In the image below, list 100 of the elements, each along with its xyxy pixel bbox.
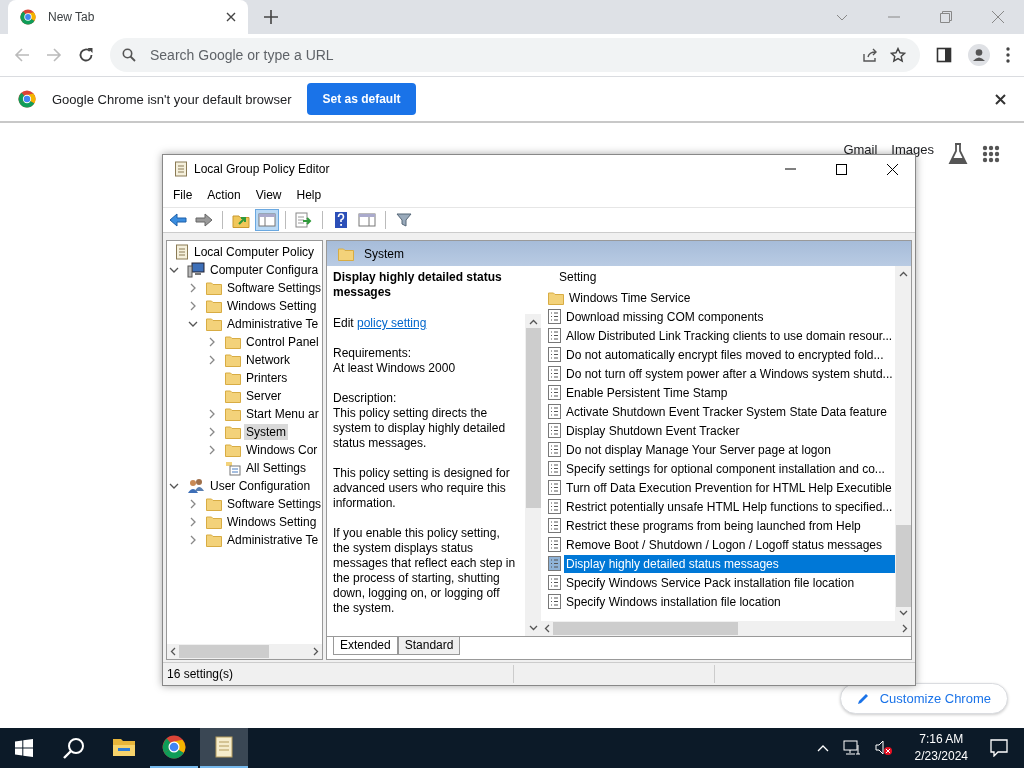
tree-item[interactable]: Windows Cor	[244, 442, 320, 458]
tree-item[interactable]: Software Settings	[225, 496, 322, 512]
tree-item[interactable]: Windows Setting	[225, 298, 319, 314]
scroll-right-icon[interactable]	[313, 647, 319, 656]
scrollbar-thumb[interactable]	[179, 645, 269, 658]
browser-tab[interactable]: New Tab	[8, 0, 248, 34]
view-tab[interactable]: Extended	[333, 637, 398, 655]
menu-item[interactable]: File	[167, 186, 199, 204]
scroll-left-icon[interactable]	[544, 624, 550, 633]
setting-item[interactable]: Download missing COM components	[564, 307, 895, 326]
menu-item[interactable]: View	[249, 186, 288, 204]
notification-icon[interactable]	[990, 739, 1008, 757]
setting-item[interactable]: Display Shutdown Event Tracker	[564, 421, 895, 440]
close-icon[interactable]	[887, 163, 898, 175]
set-default-button[interactable]: Set as default	[307, 83, 416, 115]
folder-icon	[225, 389, 241, 403]
scroll-down-icon[interactable]	[898, 610, 908, 616]
setting-item[interactable]: Do not turn off system power after a Windows system shutd...	[564, 364, 895, 383]
users-icon	[187, 478, 205, 494]
policy-icon	[548, 366, 561, 381]
share-icon[interactable]	[862, 47, 878, 63]
menu-item[interactable]: Action	[201, 186, 247, 204]
chevron-down-icon[interactable]	[169, 482, 179, 490]
folder-icon	[225, 371, 241, 385]
apps-grid-icon[interactable]	[982, 145, 1000, 163]
setting-item[interactable]: Enable Persistent Time Stamp	[564, 383, 895, 402]
start-icon[interactable]	[15, 739, 33, 757]
close-icon[interactable]	[995, 93, 1006, 105]
tree-item[interactable]: Printers	[244, 370, 290, 386]
chrome-logo-icon	[20, 9, 36, 25]
new-tab-icon[interactable]	[264, 10, 278, 24]
network-icon[interactable]	[842, 740, 861, 756]
tree-item[interactable]: Local Computer Policy	[192, 244, 317, 260]
page-link[interactable]: Images	[891, 141, 934, 157]
scrollbar-thumb[interactable]	[553, 622, 738, 635]
chevron-down-icon[interactable]	[169, 266, 179, 274]
tree-item[interactable]: Network	[244, 352, 292, 368]
setting-item[interactable]: Windows Time Service	[567, 288, 895, 307]
address-bar[interactable]: Search Google or type a URL	[110, 38, 920, 72]
tree-item[interactable]: Server	[244, 388, 284, 404]
setting-item[interactable]: Do not automatically encrypt files moved to encrypted fold...	[564, 345, 895, 364]
taskbar-app[interactable]	[200, 728, 248, 768]
more-icon[interactable]	[1006, 47, 1010, 63]
tree-item[interactable]: Control Panel	[244, 334, 321, 350]
setting-item[interactable]: Restrict potentially unsafe HTML Help functions to specified...	[564, 497, 895, 516]
side-panel-icon[interactable]	[936, 47, 952, 63]
setting-item[interactable]: Turn off Data Execution Prevention for HTML Help Executible	[564, 478, 895, 497]
setting-item[interactable]: Specify settings for optional component installation and co...	[564, 459, 895, 478]
tree-item[interactable]: System	[244, 424, 288, 440]
flask-icon[interactable]	[948, 143, 968, 165]
scroll-left-icon[interactable]	[170, 647, 176, 656]
tree-item[interactable]: User Configuration	[208, 478, 313, 494]
volume-muted-icon[interactable]	[874, 740, 893, 756]
tree-item[interactable]: Administrative Te	[225, 316, 321, 332]
tree-item[interactable]: Software Settings	[225, 280, 322, 296]
clock-date[interactable]: 2/23/2024	[914, 748, 968, 765]
tree-item[interactable]: Administrative Te	[225, 532, 321, 548]
profile-icon[interactable]	[968, 44, 990, 66]
tree-item[interactable]: Windows Setting	[225, 514, 319, 530]
scroll-right-icon[interactable]	[902, 624, 908, 633]
scrollbar-thumb[interactable]	[895, 525, 911, 607]
folder-icon	[206, 281, 222, 295]
reload-icon[interactable]	[78, 47, 94, 63]
scrollbar-thumb[interactable]	[525, 328, 541, 508]
tree-item[interactable]: Start Menu ar	[244, 406, 321, 422]
policy-setting-link[interactable]: policy setting	[357, 316, 427, 330]
setting-item[interactable]: Do not display Manage Your Server page at logon	[564, 440, 895, 459]
setting-item[interactable]: Restrict these programs from being launched from Help	[564, 516, 895, 535]
folder-icon	[206, 515, 222, 529]
filter-icon	[396, 212, 412, 228]
address-field[interactable]: Search Google or type a URL	[148, 46, 552, 64]
customize-chrome-button[interactable]: Customize Chrome	[839, 683, 1008, 714]
policy-icon	[548, 347, 561, 362]
restore-icon[interactable]	[940, 11, 952, 23]
policy-icon	[548, 442, 561, 457]
scroll-up-icon[interactable]	[528, 319, 538, 325]
close-icon[interactable]	[226, 12, 236, 22]
tree-item[interactable]: All Settings	[244, 460, 309, 476]
policy-icon	[548, 518, 561, 533]
setting-item[interactable]: Specify Windows Service Pack installation file location	[564, 573, 895, 592]
chevron-down-icon[interactable]	[188, 320, 198, 328]
setting-item[interactable]: Specify Windows installation file location	[564, 592, 895, 611]
setting-item[interactable]: Activate Shutdown Event Tracker System State Data feature	[564, 402, 895, 421]
page-link[interactable]: Gmail	[843, 141, 878, 157]
setting-item[interactable]: Allow Distributed Link Tracking clients to use domain resour...	[564, 326, 895, 345]
maximize-icon[interactable]	[836, 163, 847, 175]
chevron-up-icon[interactable]	[816, 744, 829, 752]
search-icon[interactable]	[63, 737, 85, 759]
clock-time[interactable]: 7:16 AM	[919, 731, 964, 748]
setting-item[interactable]: Display highly detailed status messages	[564, 554, 895, 573]
tree-item[interactable]: Computer Configura	[208, 262, 321, 278]
scroll-icon	[174, 161, 188, 177]
scroll-icon	[214, 735, 234, 759]
scroll-down-icon[interactable]	[528, 625, 538, 631]
star-icon[interactable]	[890, 47, 906, 63]
view-tab[interactable]: Standard	[397, 637, 461, 655]
column-header[interactable]: Setting	[545, 266, 895, 288]
menu-item[interactable]: Help	[290, 186, 328, 204]
scroll-up-icon[interactable]	[898, 271, 908, 277]
setting-item[interactable]: Remove Boot / Shutdown / Logon / Logoff status messages	[564, 535, 895, 554]
